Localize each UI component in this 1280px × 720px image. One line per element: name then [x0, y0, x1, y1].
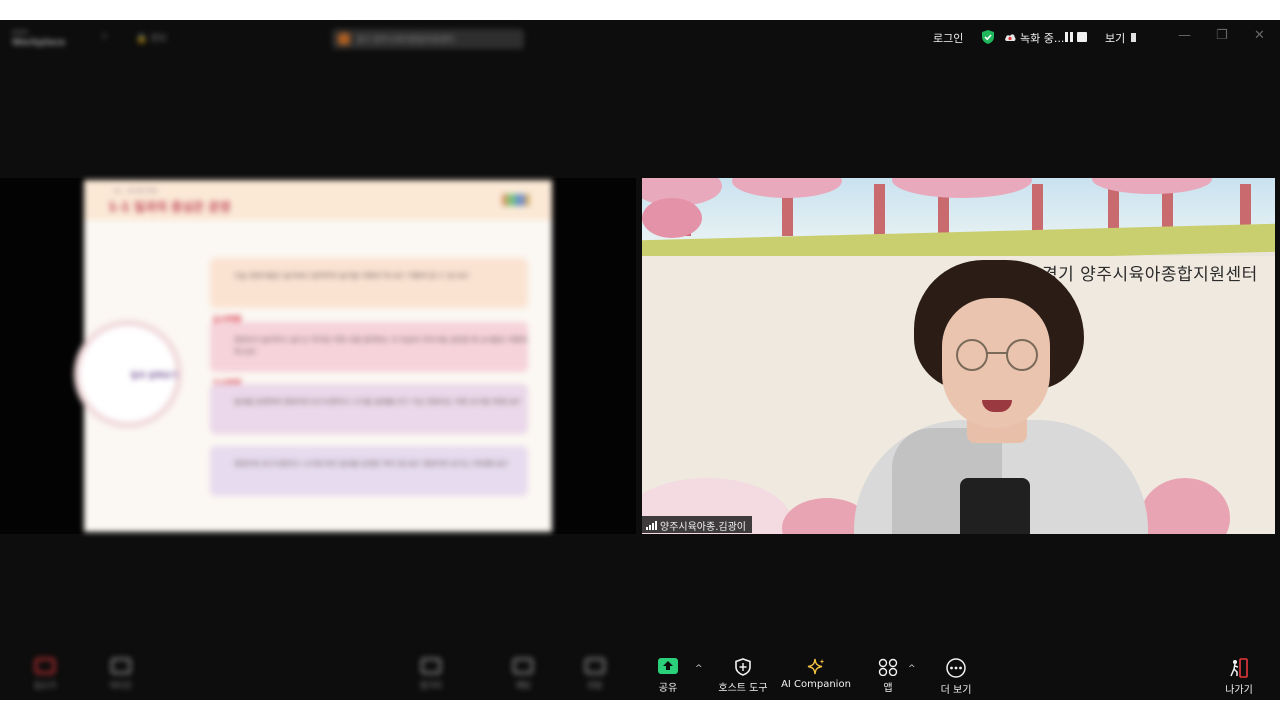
share-options-caret[interactable]: ^ — [695, 664, 703, 674]
leave-button[interactable]: 나가기 — [1220, 658, 1258, 696]
recording-status: 녹화 중... — [1020, 32, 1065, 45]
stop-recording-button[interactable] — [1077, 32, 1087, 42]
login-button[interactable]: 로그인 — [933, 30, 963, 46]
slide-logo — [502, 194, 530, 206]
participant-video[interactable]: 경기 양주시육아종합지원센터 — [642, 178, 1275, 534]
video-camera-icon — [111, 658, 131, 674]
slide-box: 오늘 영유아들은 놀이에서 참여하여 놀이를 어떻게 하나요? 어떻게 할 수 … — [210, 258, 528, 308]
apps-icon — [878, 658, 898, 676]
share-screen-icon — [658, 658, 678, 674]
host-shield-icon — [735, 658, 751, 676]
reaction-heart-icon — [585, 658, 605, 674]
tree-decoration — [1032, 184, 1043, 236]
blossom-decoration — [642, 198, 702, 238]
tree-decoration — [874, 184, 885, 236]
shared-slide: 01 · 보고회 운영 1-1 일과의 중심은 운영 일과 살펴보기 오늘 영유… — [74, 180, 552, 532]
slide-box: 일과를 운영하며 영유아의 요구사항이나 시기를 살펴봅니다? 지난 영유아는 … — [210, 384, 528, 434]
slide-box: 영유아의 요구사항이나 시기에 따라 일과를 운영한 적이 있나요? 영유아의 … — [210, 446, 528, 496]
video-button[interactable]: 비디오 — [106, 658, 136, 691]
slide-box: 영유아가 놀이하고 싶다고 하지만 어떤 사람 참여하는 지 모습의 이야기를 … — [210, 322, 528, 372]
restore-icon[interactable]: ❐ — [1216, 28, 1228, 43]
slide-circle-label: 일과 살펴보기 — [130, 371, 178, 380]
close-icon[interactable]: ✕ — [1254, 28, 1265, 43]
participant-name: 양주시육아종.김광이 — [660, 522, 746, 533]
meeting-info-icon[interactable]: 🔒 정보 — [136, 31, 167, 44]
banner-text: 경기 양주시육아종합지원센터 — [1042, 265, 1258, 285]
reactions-button[interactable]: 반응 — [580, 658, 610, 691]
more-dots-icon — [946, 658, 966, 678]
participant-name-tag: 양주시육아종.김광이 — [642, 516, 752, 533]
chat-icon — [513, 658, 533, 674]
view-button[interactable]: 보기 — [1105, 30, 1125, 46]
meeting-app-icon — [338, 33, 350, 45]
glasses-icon — [956, 339, 1038, 371]
meeting-toolbar: 음소거 비디오 참가자 채팅 반응 공유 ^ 호스트 도구 AI Compani… — [0, 650, 1280, 700]
participants-icon — [421, 658, 441, 674]
host-tools-button[interactable]: 호스트 도구 — [712, 658, 774, 694]
chevron-down-icon[interactable]: ▾ — [102, 32, 107, 42]
cloud-record-icon — [1005, 34, 1016, 41]
apps-button[interactable]: 앱 — [874, 658, 902, 694]
shared-screen-panel: 01 · 보고회 운영 1-1 일과의 중심은 운영 일과 살펴보기 오늘 영유… — [0, 178, 636, 534]
share-button[interactable]: 공유 — [652, 658, 684, 694]
apps-options-caret[interactable]: ^ — [908, 664, 916, 674]
ai-companion-button[interactable]: AI Companion — [780, 658, 852, 690]
meeting-title-pill[interactable]: 경기 양주시육아종합지원센터 — [332, 29, 524, 49]
microphone-off-icon — [35, 658, 55, 674]
slide-subtitle: 01 · 보고회 운영 — [114, 188, 157, 195]
slide-title: 1-1 일과의 중심은 운영 — [108, 200, 231, 214]
speaker-apron — [960, 478, 1030, 534]
mute-button[interactable]: 음소거 — [30, 658, 60, 691]
more-button[interactable]: 더 보기 — [936, 658, 976, 696]
chat-button[interactable]: 채팅 — [508, 658, 538, 691]
pause-recording-button[interactable] — [1064, 32, 1074, 42]
signal-strength-icon — [646, 521, 657, 530]
leave-door-icon — [1230, 658, 1248, 678]
view-layout-icon[interactable] — [1131, 33, 1139, 42]
minimize-icon[interactable]: — — [1178, 28, 1191, 43]
participants-button[interactable]: 참가자 — [416, 658, 446, 691]
app-logo: zoom Workplace — [12, 29, 66, 48]
shield-check-icon[interactable] — [980, 29, 996, 45]
sparkle-icon — [807, 658, 825, 675]
top-bar: zoom Workplace ▾ 🔒 정보 경기 양주시육아종합지원센터 로그인… — [0, 20, 1280, 58]
zoom-window: zoom Workplace ▾ 🔒 정보 경기 양주시육아종합지원센터 로그인… — [0, 20, 1280, 700]
